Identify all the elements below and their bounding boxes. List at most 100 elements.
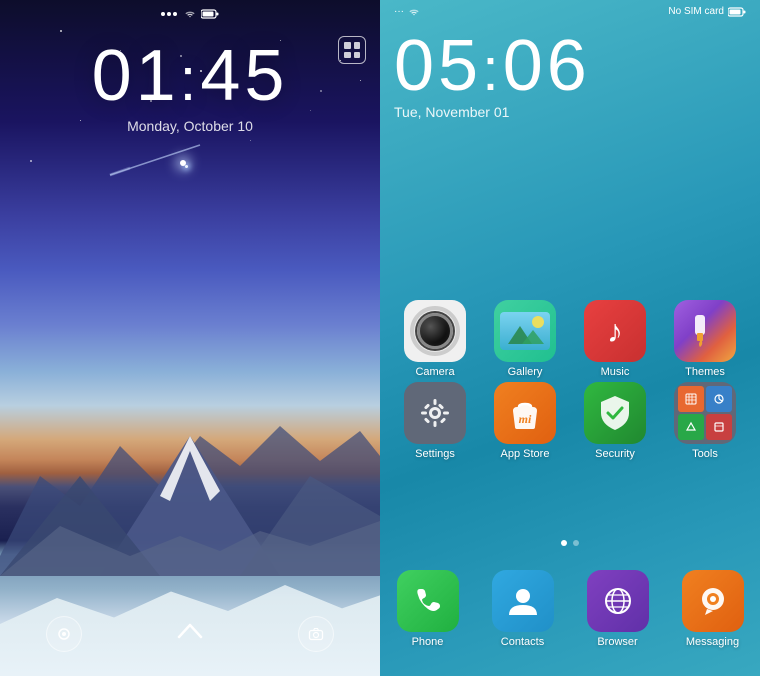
lock-screen: 01:45 Monday, October 10	[0, 0, 380, 676]
music-icon-bg: ♪	[584, 300, 646, 362]
appstore-icon-bg: mi	[494, 382, 556, 444]
lock-unlock-arrow[interactable]	[175, 621, 205, 647]
app-row-2: Settings mi App Store	[390, 382, 750, 460]
signal-indicator	[161, 12, 177, 16]
tools-cell-icon-2	[713, 393, 725, 405]
home-signal-text: ···	[394, 6, 404, 17]
svg-text:mi: mi	[519, 412, 532, 426]
lock-bottom-bar	[0, 616, 380, 652]
up-arrow-icon	[175, 621, 205, 641]
security-icon-bg	[584, 382, 646, 444]
home-time-value: 05:06	[394, 30, 591, 102]
tools-cell-icon-4	[713, 421, 725, 433]
tools-cell-4	[706, 414, 732, 440]
mi-logo-svg: mi	[505, 393, 545, 433]
themes-icon-bg	[674, 300, 736, 362]
app-tools[interactable]: Tools	[665, 382, 745, 460]
sky-glow	[180, 160, 186, 166]
tools-icon-bg	[674, 382, 736, 444]
app-settings[interactable]: Settings	[395, 382, 475, 460]
contacts-icon-svg	[505, 583, 541, 619]
signal-dot-2	[167, 12, 171, 16]
lock-time-display: 01:45 Monday, October 10	[0, 40, 380, 134]
gallery-label: Gallery	[508, 366, 543, 378]
dock-messaging[interactable]: Messaging	[673, 570, 753, 648]
appstore-label: App Store	[501, 448, 550, 460]
tools-cell-2	[706, 386, 732, 412]
lock-grid-button[interactable]	[338, 36, 366, 64]
settings-label: Settings	[415, 448, 455, 460]
lock-colon: :	[180, 46, 201, 113]
signal-dot-3	[173, 12, 177, 16]
battery-icon	[201, 9, 219, 19]
home-time-display: 05:06 Tue, November 01	[394, 30, 591, 120]
tools-cell-icon-1	[685, 393, 697, 405]
dock-browser[interactable]: Browser	[578, 570, 658, 648]
gallery-icon-bg	[494, 300, 556, 362]
browser-icon-svg	[600, 583, 636, 619]
camera-icon-bg	[404, 300, 466, 362]
contacts-label: Contacts	[501, 636, 544, 648]
camera-label: Camera	[415, 366, 454, 378]
status-icons	[183, 8, 219, 19]
home-sim-text: No SIM card	[668, 6, 724, 17]
home-wifi-icon	[407, 6, 421, 17]
app-security[interactable]: Security	[575, 382, 655, 460]
messaging-icon-bg	[682, 570, 744, 632]
themes-label: Themes	[685, 366, 725, 378]
home-minute: 06	[503, 26, 591, 106]
music-label: Music	[601, 366, 630, 378]
app-themes[interactable]: Themes	[665, 300, 745, 378]
home-battery-icon	[728, 7, 746, 17]
lock-flashlight-button[interactable]	[46, 616, 82, 652]
lock-camera-button[interactable]	[298, 616, 334, 652]
tools-label: Tools	[692, 448, 718, 460]
page-dot-1	[561, 540, 567, 546]
home-hour: 05	[394, 26, 482, 106]
tools-cell-icon-3	[685, 421, 697, 433]
contacts-icon-bg	[492, 570, 554, 632]
phone-label: Phone	[412, 636, 444, 648]
camera-small-icon	[308, 626, 324, 642]
app-music[interactable]: ♪ Music	[575, 300, 655, 378]
settings-icon-bg	[404, 382, 466, 444]
home-date-value: Tue, November 01	[394, 104, 591, 120]
music-note-icon: ♪	[607, 313, 623, 350]
page-dot-2	[573, 540, 579, 546]
camera-lens	[417, 313, 453, 349]
browser-icon-bg	[587, 570, 649, 632]
tools-grid-inner	[674, 382, 736, 444]
home-status-right: No SIM card	[668, 6, 746, 17]
browser-label: Browser	[597, 636, 637, 648]
home-status-left: ···	[394, 6, 421, 17]
app-appstore[interactable]: mi App Store	[485, 382, 565, 460]
home-dock: Phone Contacts	[380, 556, 760, 676]
signal-dot-1	[161, 12, 165, 16]
lock-hour: 01	[92, 36, 180, 116]
app-grid: Camera	[380, 300, 760, 464]
page-indicator	[380, 540, 760, 546]
grid-dot-1	[344, 42, 351, 49]
dock-phone[interactable]: Phone	[388, 570, 468, 648]
lock-status-bar	[0, 8, 380, 19]
app-gallery[interactable]: Gallery	[485, 300, 565, 378]
phone-icon-svg	[412, 585, 444, 617]
home-status-bar: ··· No SIM card	[380, 6, 760, 17]
mountain-illustration	[0, 376, 380, 576]
app-camera[interactable]: Camera	[395, 300, 475, 378]
flashlight-icon	[56, 626, 72, 642]
phone-icon-bg	[397, 570, 459, 632]
app-row-1: Camera	[390, 300, 750, 378]
messaging-label: Messaging	[686, 636, 739, 648]
dock-contacts[interactable]: Contacts	[483, 570, 563, 648]
lock-time-value: 01:45	[0, 40, 380, 112]
shield-icon-svg	[596, 393, 634, 433]
gallery-icon-svg	[500, 312, 550, 350]
grid-dot-4	[354, 52, 361, 59]
camera-ring	[410, 306, 460, 356]
tools-cell-3	[678, 414, 704, 440]
grid-dot-2	[354, 42, 361, 49]
grid-dot-3	[344, 52, 351, 59]
lock-date-value: Monday, October 10	[0, 118, 380, 134]
tools-cell-1	[678, 386, 704, 412]
